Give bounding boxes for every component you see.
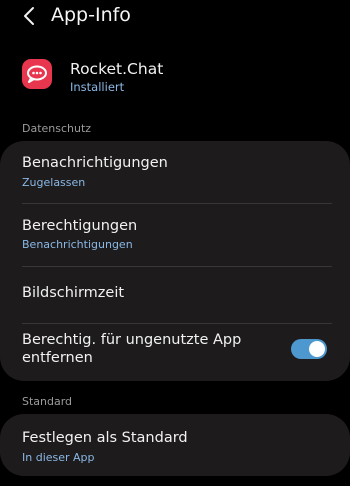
set-default-title: Festlegen als Standard: [22, 430, 188, 446]
screen-time-row[interactable]: Bildschirmzeit: [0, 267, 350, 323]
permissions-summary: Benachrichtigungen: [22, 238, 133, 251]
notifications-status: Zugelassen: [22, 176, 86, 189]
app-name: Rocket.Chat: [70, 60, 164, 78]
privacy-settings-card: Benachrichtigungen Zugelassen Berechtigu…: [0, 141, 350, 381]
permissions-title: Berechtigungen: [22, 218, 138, 234]
screen-time-title: Bildschirmzeit: [22, 285, 125, 301]
notifications-title: Benachrichtigungen: [22, 155, 168, 171]
remove-permissions-title-line1: Berechtig. für ungenutzte App: [22, 332, 242, 348]
permissions-row[interactable]: Berechtigungen Benachrichtigungen: [0, 204, 350, 266]
rocket-chat-logo-icon: [22, 59, 52, 89]
notifications-row[interactable]: Benachrichtigungen Zugelassen: [0, 141, 350, 203]
page-title: App-Info: [51, 4, 131, 26]
standard-settings-card: Festlegen als Standard In dieser App: [0, 414, 350, 476]
set-default-subtitle: In dieser App: [22, 451, 95, 464]
set-default-row[interactable]: Festlegen als Standard In dieser App: [0, 414, 350, 476]
remove-permissions-toggle[interactable]: [291, 339, 327, 359]
app-header: Rocket.Chat Installiert: [0, 56, 350, 96]
top-app-bar: App-Info: [0, 0, 350, 32]
section-label-privacy: Datenschutz: [22, 122, 92, 135]
back-button[interactable]: [18, 3, 40, 29]
remove-permissions-row[interactable]: Berechtig. für ungenutzte App entfernen: [0, 324, 350, 381]
section-label-standard: Standard: [22, 395, 73, 408]
app-install-status: Installiert: [70, 80, 125, 94]
chevron-left-icon: [24, 7, 34, 25]
remove-permissions-title-line2: entfernen: [22, 350, 93, 366]
toggle-knob: [309, 341, 325, 357]
